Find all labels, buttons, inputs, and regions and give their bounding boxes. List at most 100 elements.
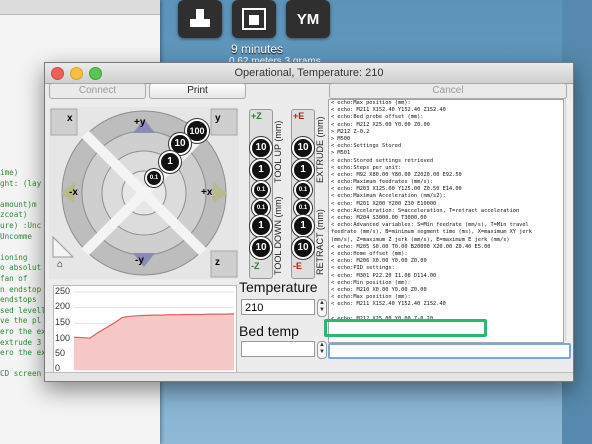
background-code-line bbox=[0, 189, 50, 200]
x-plus-label[interactable]: +x bbox=[201, 187, 212, 198]
console-line: < echo: M211 X152.40 Y152.40 Z152.40 bbox=[331, 107, 446, 114]
background-code-line: ure) :Unc bbox=[0, 220, 42, 230]
console-line: < echo:Settings Stored bbox=[331, 143, 402, 150]
command-input[interactable] bbox=[328, 343, 571, 359]
printer-app-icon[interactable] bbox=[178, 0, 222, 38]
background-editor-titlebar bbox=[0, 0, 160, 15]
y-plus-label[interactable]: +y bbox=[134, 117, 145, 128]
connect-button[interactable]: Connect bbox=[49, 83, 146, 99]
background-app-tiles: YM bbox=[178, 0, 330, 38]
bed-temp-label: Bed temp bbox=[239, 323, 299, 339]
temperature-plot bbox=[73, 291, 235, 371]
console-line: < echo: M301 P22.20 I1.08 D114.00 bbox=[331, 272, 437, 279]
background-code-line: zcoat) bbox=[0, 210, 28, 220]
console-line: > M501 bbox=[331, 150, 351, 157]
minimize-window-button[interactable] bbox=[70, 67, 83, 80]
window-title: Operational, Temperature: 210 bbox=[234, 67, 384, 79]
jog-step-1[interactable]: 1 bbox=[159, 151, 181, 173]
bed-temp-stepper[interactable]: ▲ ▼ bbox=[317, 341, 327, 359]
printer-control-window: Operational, Temperature: 210 Connect Pr… bbox=[44, 62, 574, 382]
console-line: < echo: M205 S0.00 T0.00 B20000 X20.00 Z… bbox=[331, 243, 491, 250]
console-line: < echo: M211 X152.40 Y152.40 Z152.40 bbox=[331, 301, 446, 308]
z-up-0-1[interactable]: 0.1 bbox=[252, 181, 270, 199]
temperature-label: Temperature bbox=[239, 279, 318, 295]
z-plus-button[interactable]: +Z bbox=[251, 111, 262, 121]
console-line: < echo:Max position (mm): bbox=[331, 100, 411, 106]
serial-console-log[interactable]: < echo:Max position (mm): < echo: M211 X1… bbox=[328, 99, 564, 343]
console-line: > M212 Z-0.2 bbox=[331, 128, 370, 135]
e-minus-button[interactable]: -E bbox=[293, 261, 302, 271]
background-code-line bbox=[0, 242, 50, 253]
background-code-line: o absolut bbox=[0, 263, 42, 273]
background-code-line: sed levell bbox=[0, 305, 46, 315]
z-up-1[interactable]: 1 bbox=[250, 159, 272, 181]
console-line: < echo: M92 X80.00 Y80.00 Z2020.00 E92.5… bbox=[331, 171, 462, 178]
x-minus-label[interactable]: -x bbox=[69, 187, 78, 198]
z-down-10[interactable]: 10 bbox=[250, 237, 272, 259]
temperature-graph: 250 200 150 100 50 0 bbox=[53, 285, 237, 375]
background-code-line: amount)m bbox=[0, 199, 37, 209]
home-x-button[interactable]: x bbox=[67, 113, 73, 124]
home-all-icon[interactable]: ⌂ bbox=[57, 259, 63, 270]
e-retract-1[interactable]: 1 bbox=[292, 215, 314, 237]
console-line: < echo:Steps per unit: bbox=[331, 164, 402, 171]
console-line: < echo:Maximum feedrates (mm/s): bbox=[331, 179, 434, 186]
window-controls bbox=[51, 67, 102, 80]
e-extrude-1[interactable]: 1 bbox=[292, 159, 314, 181]
console-line: < echo:Maximum Acceleration (mm/s2): bbox=[331, 193, 446, 200]
console-line: (mm/s), Z=maximum Z jerk (mm/s), E=maxim… bbox=[331, 236, 510, 243]
jog-step-0-1[interactable]: 0.1 bbox=[145, 169, 163, 187]
z-down-1[interactable]: 1 bbox=[250, 215, 272, 237]
z-minus-button[interactable]: -Z bbox=[251, 261, 260, 271]
bed-temp-field[interactable] bbox=[241, 341, 315, 357]
y-minus-label[interactable]: -y bbox=[135, 255, 144, 266]
e-extrude-10[interactable]: 10 bbox=[292, 137, 314, 159]
console-line: < echo:Bed probe offset (mm): bbox=[331, 114, 424, 121]
home-z-button[interactable]: z bbox=[215, 257, 220, 268]
console-line: < echo:Min position (mm): bbox=[331, 279, 411, 286]
temperature-area bbox=[74, 313, 234, 370]
console-line: < echo: M210 X0.00 Y0.00 Z0.00 bbox=[331, 286, 427, 293]
console-line: < echo:Max position (mm): bbox=[331, 294, 411, 301]
background-code-line: endstops bbox=[0, 295, 37, 305]
console-line: < echo: M206 X0.00 Y0.00 Z0.00 bbox=[331, 258, 427, 265]
background-code-line: fan of bbox=[0, 273, 28, 283]
background-code-line: ve the pl bbox=[0, 316, 42, 326]
console-line: < echo:PID settings: bbox=[331, 265, 395, 272]
console-line: < echo: M212 X25.00 Y0.00 Z0.00 bbox=[331, 121, 430, 128]
background-code-line: ioning bbox=[0, 252, 28, 262]
console-line: < echo:Home offset (mm): bbox=[331, 250, 408, 257]
e-plus-button[interactable]: +E bbox=[293, 111, 304, 121]
e-extrude-0-1[interactable]: 0.1 bbox=[294, 181, 312, 199]
window-titlebar: Operational, Temperature: 210 bbox=[45, 63, 573, 84]
extrude-label: EXTRUDE (mm) bbox=[315, 116, 325, 184]
console-line: < echo:Acceleration: S=acceleration, T=r… bbox=[331, 207, 520, 214]
z-up-10[interactable]: 10 bbox=[250, 137, 272, 159]
e-retract-10[interactable]: 10 bbox=[292, 237, 314, 259]
background-code-line: Uncomme bbox=[0, 231, 33, 241]
background-code-line: CD screen bbox=[0, 369, 42, 379]
jog-control: 100 10 1 0.1 +y -y -x +x x y z ⌂ bbox=[49, 107, 239, 279]
console-scrollbar[interactable] bbox=[565, 99, 572, 341]
print-time-estimate: 9 minutes bbox=[231, 42, 284, 56]
temperature-field[interactable]: 210 bbox=[241, 299, 315, 315]
background-code-line: ero the ext bbox=[0, 348, 51, 358]
tool-down-label: TOOL DOWN (mm) bbox=[273, 196, 283, 276]
retract-label: RETRACT (mm) bbox=[315, 209, 325, 275]
print-button[interactable]: Print bbox=[149, 83, 246, 99]
console-line: < echo: M201 X200 Y200 Z30 E10000 bbox=[331, 200, 437, 207]
home-y-button[interactable]: y bbox=[215, 113, 221, 124]
temperature-stepper[interactable]: ▲ ▼ bbox=[317, 299, 327, 317]
tool-up-label: TOOL UP (mm) bbox=[273, 120, 283, 183]
console-line: < echo:Advanced variables: S=Min feedrat… bbox=[331, 222, 529, 229]
close-window-button[interactable] bbox=[51, 67, 64, 80]
console-line: feedrate (mm/s), B=minimum segment time … bbox=[331, 229, 532, 236]
print-job-icon[interactable] bbox=[232, 0, 276, 38]
background-code-line: extrude 3 bbox=[0, 337, 42, 347]
zoom-window-button[interactable] bbox=[89, 67, 102, 80]
console-line: > M500 bbox=[331, 135, 351, 142]
cancel-button[interactable]: Cancel bbox=[329, 83, 567, 99]
ym-app-icon[interactable]: YM bbox=[286, 0, 330, 38]
console-line: < echo:Stored settings retrieved bbox=[331, 157, 434, 164]
